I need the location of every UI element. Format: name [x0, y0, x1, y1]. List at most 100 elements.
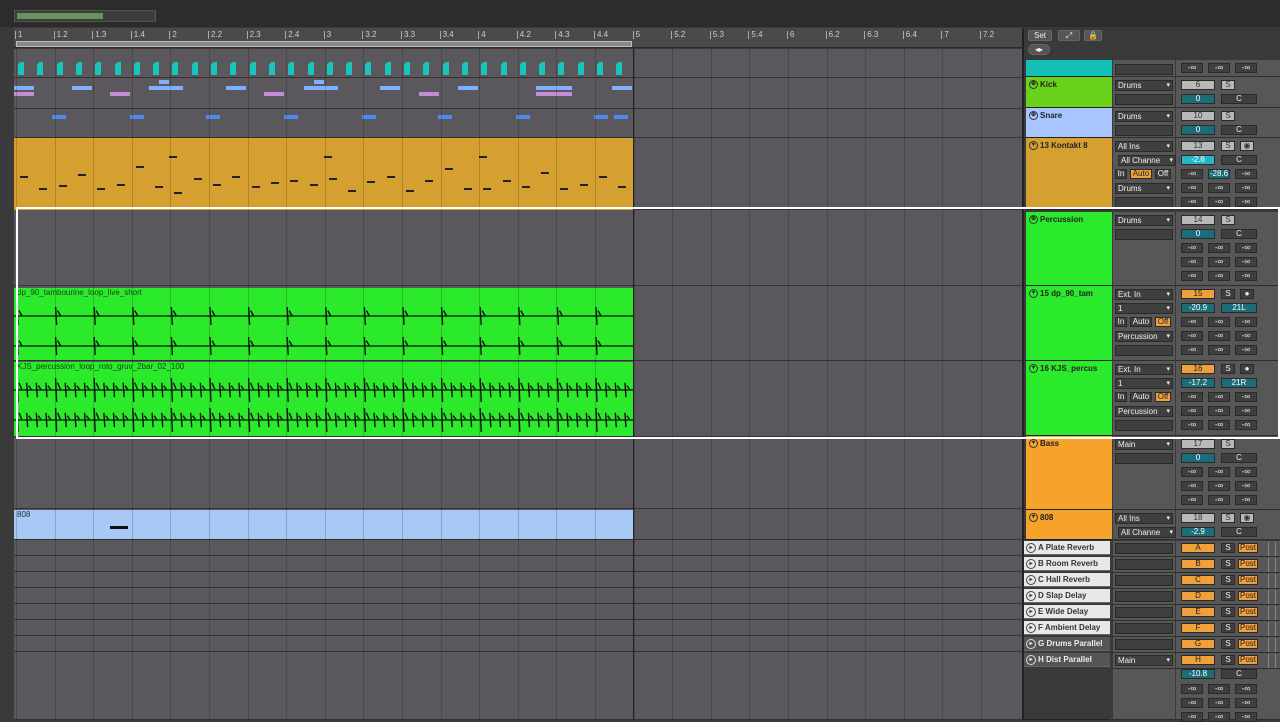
arrangement-view[interactable]: dp_90_tambourine_loop_live_short KJS_per… [14, 49, 1022, 720]
track-name[interactable]: ▾ 13 Kontakt 8 [1029, 141, 1088, 151]
solo-button[interactable]: S [1221, 513, 1235, 523]
input-type-chooser[interactable]: Ext. In ▾ [1115, 289, 1173, 300]
send-knob[interactable]: -∞ [1235, 406, 1257, 416]
send-knob[interactable]: -∞ [1208, 698, 1230, 708]
volume-field[interactable]: 0 [1181, 125, 1215, 135]
track-name[interactable]: ▾ 16 KJS_percus [1029, 364, 1097, 374]
solo-button[interactable]: S [1221, 639, 1235, 649]
solo-button[interactable]: S [1221, 543, 1235, 553]
send-knob[interactable]: -∞ [1235, 684, 1257, 694]
volume-field[interactable]: 0 [1181, 229, 1215, 239]
track-name[interactable]: ▾ 808 [1029, 513, 1053, 523]
input-channel-chooser[interactable]: All Channe ▾ [1118, 527, 1176, 538]
send-knob[interactable]: -∞ [1208, 243, 1230, 253]
output-channel-chooser[interactable] [1115, 125, 1173, 136]
send-knob[interactable]: -∞ [1208, 271, 1230, 281]
send-knob[interactable]: -28.6 [1208, 169, 1230, 179]
play-icon[interactable]: ▸ [1026, 575, 1036, 585]
output-channel-chooser[interactable] [1115, 229, 1173, 240]
output-chooser[interactable]: Drums ▾ [1115, 183, 1173, 194]
pan-field[interactable]: C [1221, 527, 1257, 537]
track-name[interactable]: ⊕ Percussion [1029, 215, 1083, 225]
output-chooser[interactable] [1115, 639, 1173, 650]
solo-button[interactable]: S [1221, 215, 1235, 225]
track-number[interactable]: 15 [1181, 289, 1215, 299]
fold-icon[interactable]: ⊕ [1029, 215, 1038, 225]
play-icon[interactable]: ▸ [1026, 623, 1036, 633]
output-chooser[interactable] [1115, 607, 1173, 618]
monitor-off-button[interactable]: Off [1155, 392, 1171, 402]
post-button[interactable]: Post [1238, 655, 1258, 665]
pan-field[interactable]: C [1221, 155, 1257, 165]
send-knob[interactable]: -∞ [1208, 495, 1230, 505]
track-number[interactable]: 10 [1181, 111, 1215, 121]
post-button[interactable]: Post [1238, 607, 1258, 617]
send-knob[interactable]: -∞ [1181, 169, 1203, 179]
track-number[interactable]: 6 [1181, 80, 1215, 90]
track-number[interactable]: 14 [1181, 215, 1215, 225]
return-track-c[interactable]: C Hall Reverb ▸ [1024, 573, 1110, 587]
return-letter[interactable]: B [1181, 559, 1215, 569]
send-knob[interactable]: -∞ [1181, 345, 1203, 355]
send-knob[interactable]: -∞ [1208, 63, 1230, 73]
track-header-kick[interactable]: ⊕ Kick [1026, 77, 1112, 108]
send-knob[interactable]: -∞ [1235, 481, 1257, 491]
track-name[interactable]: ⊕ Kick [1029, 80, 1057, 90]
expand-icon[interactable]: ⤢ [1058, 30, 1080, 41]
send-knob[interactable]: -∞ [1235, 197, 1257, 207]
return-track-g[interactable]: G Drums Parallel ▸ [1024, 637, 1110, 651]
send-knob[interactable]: -∞ [1208, 420, 1230, 430]
pan-field[interactable]: C [1221, 229, 1257, 239]
send-knob[interactable]: -∞ [1181, 406, 1203, 416]
track-header-bass[interactable]: ▾ Bass [1026, 436, 1112, 510]
pan-field[interactable]: 21R [1221, 378, 1257, 388]
send-knob[interactable]: -∞ [1208, 317, 1230, 327]
send-knob[interactable]: -∞ [1181, 331, 1203, 341]
output-chooser[interactable] [1115, 591, 1173, 602]
solo-button[interactable]: S [1221, 289, 1235, 299]
solo-button[interactable]: S [1221, 607, 1235, 617]
track-number[interactable]: 13 [1181, 141, 1215, 151]
send-knob[interactable]: -∞ [1235, 345, 1257, 355]
send-knob[interactable]: -∞ [1235, 698, 1257, 708]
record-arm-icon[interactable]: ◉ [1240, 513, 1254, 523]
fold-icon[interactable]: ▾ [1029, 513, 1038, 523]
input-channel-chooser[interactable]: 1 ▾ [1115, 303, 1173, 314]
pan-field[interactable]: C [1221, 669, 1257, 679]
send-knob[interactable]: -∞ [1235, 392, 1257, 402]
play-icon[interactable]: ▸ [1026, 607, 1036, 617]
monitor-in-button[interactable]: In [1115, 392, 1127, 402]
send-knob[interactable]: -∞ [1181, 257, 1203, 267]
send-knob[interactable]: -∞ [1235, 257, 1257, 267]
output-chooser[interactable]: Main ▾ [1115, 439, 1173, 450]
input-chooser[interactable] [1115, 64, 1173, 75]
send-knob[interactable]: -∞ [1208, 183, 1230, 193]
output-chooser[interactable] [1115, 543, 1173, 554]
send-knob[interactable]: -∞ [1208, 392, 1230, 402]
send-knob[interactable]: -∞ [1181, 317, 1203, 327]
beat-time-ruler[interactable]: 1 1.2 1.3 1.4 2 2.2 2.3 2.4 3 3.2 3.3 3.4 4 4.2 4.3 4.4… [14, 28, 1022, 48]
solo-button[interactable]: S [1221, 141, 1235, 151]
pan-field[interactable]: C [1221, 94, 1257, 104]
return-letter[interactable]: F [1181, 623, 1215, 633]
play-icon[interactable]: ▸ [1026, 655, 1036, 665]
send-knob[interactable]: -∞ [1235, 495, 1257, 505]
input-channel-chooser[interactable]: 1 ▾ [1115, 378, 1173, 389]
send-knob[interactable]: -∞ [1181, 467, 1203, 477]
output-channel-chooser[interactable] [1115, 420, 1173, 431]
input-channel-chooser[interactable]: All Channe ▾ [1118, 155, 1176, 166]
output-chooser[interactable]: Main ▾ [1115, 655, 1173, 666]
return-track-a[interactable]: A Plate Reverb ▸ [1024, 541, 1110, 555]
volume-field[interactable]: 0 [1181, 453, 1215, 463]
track-header-tam[interactable]: ▾ 15 dp_90_tam [1026, 286, 1112, 361]
send-knob[interactable]: -∞ [1181, 271, 1203, 281]
track-header-snare[interactable]: ⊕ Snare [1026, 108, 1112, 138]
play-icon[interactable]: ▸ [1026, 543, 1036, 553]
nav-arrows-icon[interactable]: ◂▸ [1028, 44, 1050, 55]
loop-brace[interactable] [16, 41, 632, 47]
send-knob[interactable]: -∞ [1208, 684, 1230, 694]
send-knob[interactable]: -∞ [1235, 271, 1257, 281]
track-number[interactable]: 16 [1181, 364, 1215, 374]
output-chooser[interactable]: Drums ▾ [1115, 215, 1173, 226]
record-arm-icon[interactable]: ● [1240, 364, 1254, 374]
